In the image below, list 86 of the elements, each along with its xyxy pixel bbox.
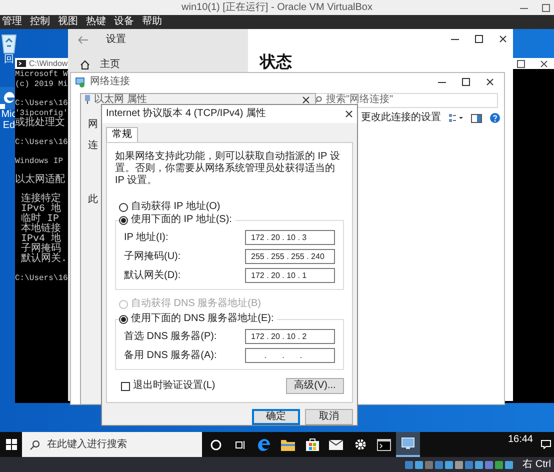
field-label: IP 地址(I):	[124, 232, 168, 244]
windows-start-icon[interactable]	[6, 439, 16, 450]
field-label: 默认网关(D):	[124, 270, 181, 282]
terminal-line: (c) 2019 Mi	[15, 80, 69, 90]
terminal-line: 默认网关.	[20, 255, 68, 265]
clock-time: 16:44	[508, 434, 533, 446]
radio-button[interactable]	[119, 314, 128, 324]
ip-address-field[interactable]: 172 . 20 . 10 . 1	[245, 268, 335, 283]
help-icon[interactable]	[490, 113, 500, 123]
field-label: 备用 DNS 服务器(A):	[124, 350, 217, 362]
partial-label: 网	[88, 119, 98, 131]
close-icon[interactable]	[345, 110, 353, 118]
notification-icon[interactable]	[541, 440, 551, 449]
radio-label: 自动获得 DNS 服务器地址(B)	[131, 298, 261, 310]
close-icon[interactable]	[486, 78, 494, 86]
store-bag-icon[interactable]	[306, 438, 318, 451]
gear-icon[interactable]	[354, 438, 366, 451]
taskbar-search-field[interactable]: 在此键入进行搜索	[22, 432, 202, 457]
partial-label: 连	[88, 140, 98, 152]
radio-label: 使用下面的 IP 地址(S):	[131, 214, 232, 226]
nav-item[interactable]: 主页	[68, 59, 248, 71]
terminal-line: C:\Users\16	[15, 137, 69, 148]
radio-button[interactable]	[119, 216, 128, 224]
recycle-bin-icon[interactable]	[0, 32, 18, 54]
advanced-button[interactable]: 高级(V)...	[286, 378, 344, 394]
circle-icon[interactable]	[210, 438, 222, 450]
host-key-label: 右 Ctrl	[522, 458, 551, 470]
dialog-title: Internet 协议版本 4 (TCP/IPv4) 属性	[106, 108, 266, 120]
adapter-icon	[84, 95, 91, 104]
maximize-icon[interactable]	[462, 78, 470, 86]
preview-pane-icon[interactable]	[471, 114, 482, 122]
menu-item[interactable]: 控制	[30, 16, 50, 28]
menu-item[interactable]: 管理	[2, 16, 22, 28]
page-heading: 状态	[260, 55, 292, 71]
mail-icon[interactable]	[329, 439, 343, 450]
task-view-icon[interactable]	[234, 438, 246, 450]
close-icon[interactable]	[540, 60, 548, 68]
ip-address-field[interactable]: 172 . 20 . 10 . 3	[245, 230, 335, 245]
browser-icon[interactable]	[257, 438, 271, 452]
radio-label: 使用下面的 DNS 服务器地址(E):	[131, 313, 274, 325]
ip-address-field[interactable]: 255 . 255 . 255 . 240	[245, 249, 335, 264]
terminal-title: C:\Window	[29, 58, 68, 68]
field-label: 子网掩码(U):	[124, 250, 181, 262]
dialog-button[interactable]: 取消	[305, 409, 353, 425]
terminal-line: '3ipconfig'	[15, 109, 69, 118]
radio-label: 自动获得 IP 地址(O)	[131, 201, 220, 213]
terminal-line: 以太网适配	[15, 172, 66, 186]
desktop-icon-label: 回	[4, 54, 14, 65]
menu-item[interactable]: 帮助	[142, 16, 162, 28]
settings-title: 设置	[106, 34, 126, 46]
ip-address-field[interactable]: 172 . 20 . 10 . 2	[245, 329, 335, 344]
home-icon	[80, 60, 90, 70]
terminal-line: C:\Users\16	[15, 98, 69, 109]
close-icon[interactable]	[499, 35, 507, 43]
menu-item[interactable]: 热键	[86, 16, 106, 28]
terminal-icon[interactable]	[377, 438, 391, 450]
window-title: 网络连接	[90, 76, 130, 88]
taskbar-button[interactable]	[396, 432, 420, 457]
desktop-icon-label: Ed	[2, 120, 16, 131]
terminal-line: Windows IP	[15, 156, 64, 167]
terminal-line: Microsoft W	[15, 70, 69, 80]
description-text: 如果网络支持此功能，则可以获取自动指派的 IP 设置。否则，你需要从网络系统管理员处获得适当的 IP 设置。	[115, 151, 341, 187]
network-window-icon[interactable]	[401, 437, 415, 450]
menu-item[interactable]: 设备	[114, 16, 134, 28]
checkbox[interactable]	[121, 382, 130, 390]
maximize-icon[interactable]	[517, 60, 525, 68]
window-title: 以太网 属性	[94, 94, 147, 105]
search-icon	[30, 440, 40, 450]
network-icon	[75, 76, 86, 88]
terminal-line: C:\Users\16	[15, 273, 69, 284]
checkbox-label: 退出时验证设置(L)	[133, 380, 216, 392]
folder-icon[interactable]	[281, 438, 295, 450]
command-link[interactable]: 更改此连接的设置	[361, 112, 441, 124]
window-title: win10(1) [正在运行] - Oracle VM VirtualBox	[182, 2, 372, 14]
tab[interactable]: 常规	[106, 127, 138, 142]
close-icon[interactable]	[302, 96, 310, 104]
field-label: 首选 DNS 服务器(P):	[124, 330, 217, 342]
terminal-line: 或批处理文	[15, 119, 65, 129]
partial-label: 此	[88, 194, 98, 206]
view-options-icon[interactable]	[449, 114, 463, 122]
dialog-button[interactable]: 确定	[252, 409, 300, 425]
maximize-icon[interactable]	[475, 35, 483, 43]
radio-button[interactable]	[119, 202, 128, 212]
ip-address-field[interactable]: . . .	[245, 348, 335, 363]
menu-item[interactable]: 视图	[58, 16, 78, 28]
back-arrow-icon[interactable]	[78, 36, 88, 44]
